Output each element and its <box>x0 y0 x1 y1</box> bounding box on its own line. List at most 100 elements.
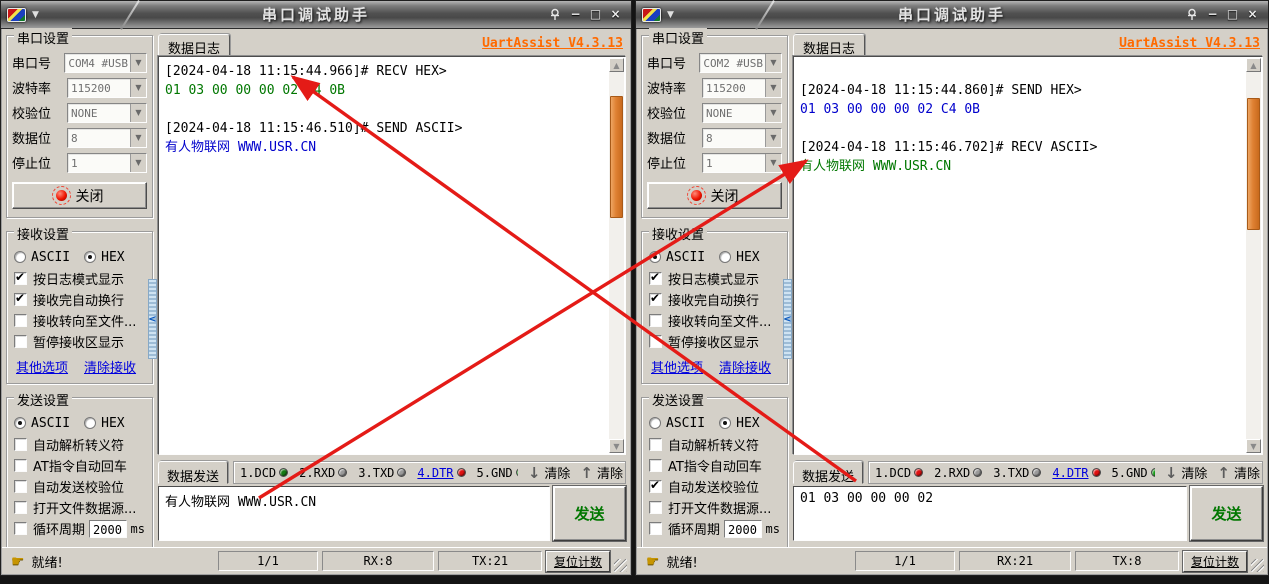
dropdown-arrow-icon[interactable]: ▼ <box>130 129 146 147</box>
minimize-button[interactable]: − <box>567 7 584 23</box>
cycle-send-checkbox[interactable] <box>14 522 27 535</box>
pin-icon[interactable] <box>547 7 564 23</box>
title-bar[interactable]: ▼ 串口调试助手 − □ × <box>1 1 631 29</box>
dropdown-arrow-icon[interactable]: ▼ <box>130 79 146 97</box>
recv-to-file-checkbox[interactable] <box>14 314 27 327</box>
at-auto-cr-checkbox[interactable] <box>14 459 27 472</box>
auto-checksum-checkbox[interactable] <box>649 480 662 493</box>
resize-grip[interactable] <box>614 559 627 572</box>
port-label: 串口号 <box>12 53 64 72</box>
file-datasource-checkbox[interactable] <box>649 501 662 514</box>
scrollbar-thumb[interactable] <box>610 96 623 218</box>
recv-hex-radio[interactable] <box>719 251 731 263</box>
data-log-tab[interactable]: 数据日志 <box>158 34 230 56</box>
reset-count-button[interactable]: 复位计数 <box>546 551 610 572</box>
auto-checksum-checkbox[interactable] <box>14 480 27 493</box>
parity-select[interactable]: NONE▼ <box>702 103 782 123</box>
dropdown-arrow-icon[interactable]: ▼ <box>130 104 146 122</box>
auto-escape-checkbox[interactable] <box>649 438 662 451</box>
scrollbar-thumb[interactable] <box>1247 98 1260 230</box>
pause-display-checkbox[interactable] <box>649 335 662 348</box>
version-link[interactable]: UartAssist V4.3.13 <box>482 36 623 51</box>
send-data-input[interactable]: 01 03 00 00 00 02 <box>793 486 1187 541</box>
maximize-button[interactable]: □ <box>587 7 604 23</box>
send-ascii-radio[interactable] <box>649 417 661 429</box>
recv-to-file-checkbox[interactable] <box>649 314 662 327</box>
send-ascii-radio[interactable] <box>14 417 26 429</box>
send-button[interactable]: 发送 <box>553 486 626 541</box>
reset-count-button[interactable]: 复位计数 <box>1183 551 1247 572</box>
recv-ascii-radio[interactable] <box>14 251 26 263</box>
minimize-button[interactable]: − <box>1204 7 1221 23</box>
data-send-tab[interactable]: 数据发送 <box>793 461 863 484</box>
cycle-period-input[interactable]: 2000 <box>89 520 127 538</box>
log-scrollbar[interactable]: ▲ ▼ <box>609 58 624 453</box>
other-options-link[interactable]: 其他选项 <box>651 357 703 376</box>
title-bar[interactable]: ▼ 串口调试助手 − □ × <box>636 1 1268 29</box>
dropdown-arrow-icon[interactable]: ▼ <box>765 129 781 147</box>
resize-grip[interactable] <box>1251 559 1264 572</box>
port-close-button[interactable]: 关闭 <box>647 182 782 209</box>
collapse-settings-handle[interactable] <box>783 279 792 359</box>
scroll-up-icon[interactable]: ▲ <box>609 58 624 72</box>
stopbits-select[interactable]: 1▼ <box>702 153 782 173</box>
auto-newline-checkbox[interactable] <box>14 293 27 306</box>
pause-display-checkbox[interactable] <box>14 335 27 348</box>
clear-receive-link[interactable]: 清除接收 <box>84 357 136 376</box>
log-scrollbar[interactable]: ▲ ▼ <box>1246 58 1261 453</box>
dropdown-arrow-icon[interactable]: ▼ <box>765 79 781 97</box>
close-button[interactable]: × <box>607 7 624 23</box>
other-options-link[interactable]: 其他选项 <box>16 357 68 376</box>
parity-select[interactable]: NONE▼ <box>67 103 147 123</box>
parity-label: 校验位 <box>647 103 702 122</box>
signal-dtr-link[interactable]: 4.DTR <box>417 466 465 480</box>
data-log-area[interactable]: [2024-04-18 11:15:44.860]# SEND HEX> 01 … <box>793 56 1263 455</box>
close-button[interactable]: × <box>1244 7 1261 23</box>
signal-dcd: 1.DCD <box>875 466 923 480</box>
send-data-input[interactable]: 有人物联网 WWW.USR.CN <box>158 486 550 541</box>
cycle-send-checkbox[interactable] <box>649 522 662 535</box>
recv-ascii-radio[interactable] <box>649 251 661 263</box>
dropdown-arrow-icon[interactable]: ▼ <box>130 54 146 72</box>
maximize-button[interactable]: □ <box>1224 7 1241 23</box>
port-close-button[interactable]: 关闭 <box>12 182 147 209</box>
stopbits-select[interactable]: 1▼ <box>67 153 147 173</box>
log-mode-checkbox[interactable] <box>649 272 662 285</box>
at-auto-cr-checkbox[interactable] <box>649 459 662 472</box>
clear-receive-link[interactable]: 清除接收 <box>719 357 771 376</box>
auto-escape-checkbox[interactable] <box>14 438 27 451</box>
data-log-tab[interactable]: 数据日志 <box>793 34 865 56</box>
scroll-down-icon[interactable]: ▼ <box>609 439 624 453</box>
scroll-down-icon[interactable]: ▼ <box>1246 439 1261 453</box>
recv-hex-radio[interactable] <box>84 251 96 263</box>
log-mode-checkbox[interactable] <box>14 272 27 285</box>
file-datasource-checkbox[interactable] <box>14 501 27 514</box>
dropdown-arrow-icon[interactable]: ▼ <box>765 154 781 172</box>
dropdown-arrow-icon[interactable]: ▼ <box>130 154 146 172</box>
port-select[interactable]: COM4 #USB▼ <box>64 53 147 73</box>
auto-newline-checkbox[interactable] <box>649 293 662 306</box>
databits-select[interactable]: 8▼ <box>702 128 782 148</box>
baud-select[interactable]: 115200▼ <box>702 78 782 98</box>
baud-select[interactable]: 115200▼ <box>67 78 147 98</box>
version-link[interactable]: UartAssist V4.3.13 <box>1119 36 1260 51</box>
clear-receive-button[interactable]: ↓清除 <box>1165 463 1208 482</box>
send-hex-radio[interactable] <box>84 417 96 429</box>
dropdown-arrow-icon[interactable]: ▼ <box>765 104 781 122</box>
send-hex-radio[interactable] <box>719 417 731 429</box>
clear-receive-button[interactable]: ↓清除 <box>528 463 571 482</box>
port-select[interactable]: COM2 #USB▼ <box>699 53 782 73</box>
data-send-tab[interactable]: 数据发送 <box>158 461 228 484</box>
dropdown-arrow-icon[interactable]: ▼ <box>765 54 781 72</box>
status-rx-count: RX:8 <box>322 551 434 571</box>
cycle-period-input[interactable]: 2000 <box>724 520 762 538</box>
pin-icon[interactable] <box>1184 7 1201 23</box>
databits-select[interactable]: 8▼ <box>67 128 147 148</box>
clear-send-button[interactable]: ↑清除 <box>1217 463 1260 482</box>
scroll-up-icon[interactable]: ▲ <box>1246 58 1261 72</box>
data-log-area[interactable]: [2024-04-18 11:15:44.966]# RECV HEX> 01 … <box>158 56 626 455</box>
signal-dtr-link[interactable]: 4.DTR <box>1052 466 1100 480</box>
clear-send-button[interactable]: ↑清除 <box>580 463 623 482</box>
send-button[interactable]: 发送 <box>1190 486 1263 541</box>
collapse-settings-handle[interactable] <box>148 279 157 359</box>
